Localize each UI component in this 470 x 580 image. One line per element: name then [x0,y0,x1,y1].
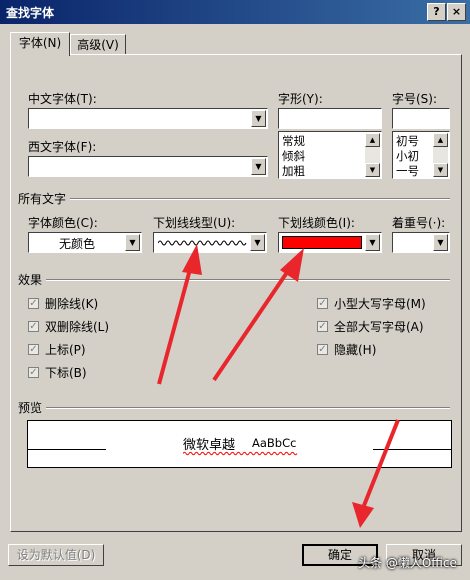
annotation-arrows [157,244,400,528]
tab-font[interactable]: 字体(N) [10,32,70,56]
annotation-arrow [212,266,292,382]
annotation-arrowhead [352,502,374,528]
annotation-arrow [157,261,194,385]
annotation-arrowhead [182,244,202,275]
annotation-arrow [361,419,400,509]
watermark: 头条 @懒人Office [358,556,457,570]
